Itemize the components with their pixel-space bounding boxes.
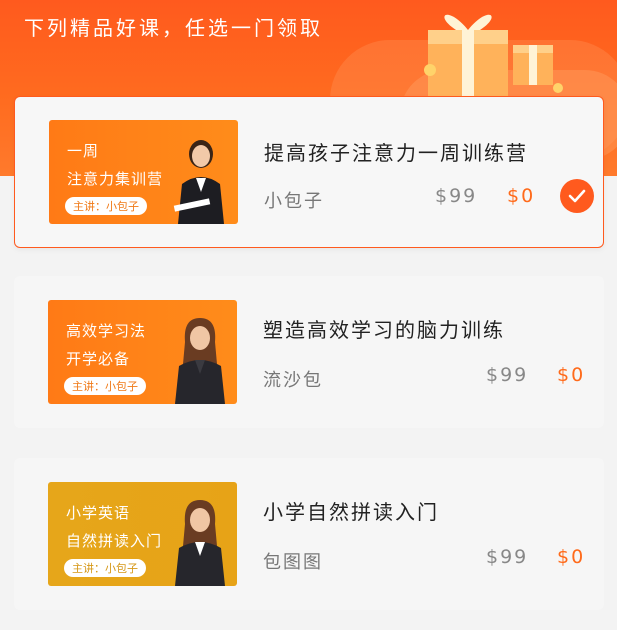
course-thumbnail: 高效学习法 开学必备 主讲：小包子: [48, 300, 237, 404]
thumbnail-line-1: 一周: [67, 142, 100, 160]
lecturer-badge: 主讲：小包子: [64, 559, 146, 577]
banner-title: 下列精品好课，任选一门领取: [24, 16, 323, 40]
course-title: 小学自然拼读入门: [263, 500, 439, 524]
selected-check-icon[interactable]: [560, 179, 594, 213]
discounted-price: $0: [557, 546, 586, 568]
lecturer-photo: [175, 318, 225, 404]
thumbnail-line-2: 开学必备: [66, 350, 131, 368]
lecturer-photo: [173, 140, 224, 224]
course-card-1[interactable]: 一周 注意力集训营 主讲：小包子 提高孩子注意力一周训练营 小包子 $99 $0: [14, 96, 604, 248]
thumbnail-line-1: 小学英语: [66, 504, 131, 522]
course-title: 提高孩子注意力一周训练营: [264, 141, 528, 165]
course-title: 塑造高效学习的脑力训练: [263, 318, 505, 342]
lecturer-badge: 主讲：小包子: [65, 197, 147, 215]
original-price: $99: [486, 364, 529, 386]
course-card-2[interactable]: 高效学习法 开学必备 主讲：小包子 塑造高效学习的脑力训练 流沙包 $99 $0: [14, 276, 604, 428]
course-thumbnail: 小学英语 自然拼读入门 主讲：小包子: [48, 482, 237, 586]
thumbnail-line-2: 注意力集训营: [67, 170, 164, 188]
discounted-price: $0: [507, 185, 536, 207]
course-author: 包图图: [263, 552, 323, 573]
discounted-price: $0: [557, 364, 586, 386]
lecturer-badge: 主讲：小包子: [64, 377, 146, 395]
thumbnail-line-1: 高效学习法: [66, 322, 147, 340]
gift-box-icon: [424, 14, 563, 96]
course-author: 小包子: [264, 191, 324, 212]
course-card-3[interactable]: 小学英语 自然拼读入门 主讲：小包子 小学自然拼读入门 包图图 $99 $0: [14, 458, 604, 610]
thumbnail-line-2: 自然拼读入门: [66, 532, 163, 550]
original-price: $99: [486, 546, 529, 568]
lecturer-photo: [175, 500, 225, 586]
course-author: 流沙包: [263, 370, 323, 391]
course-thumbnail: 一周 注意力集训营 主讲：小包子: [49, 120, 238, 224]
original-price: $99: [435, 185, 478, 207]
